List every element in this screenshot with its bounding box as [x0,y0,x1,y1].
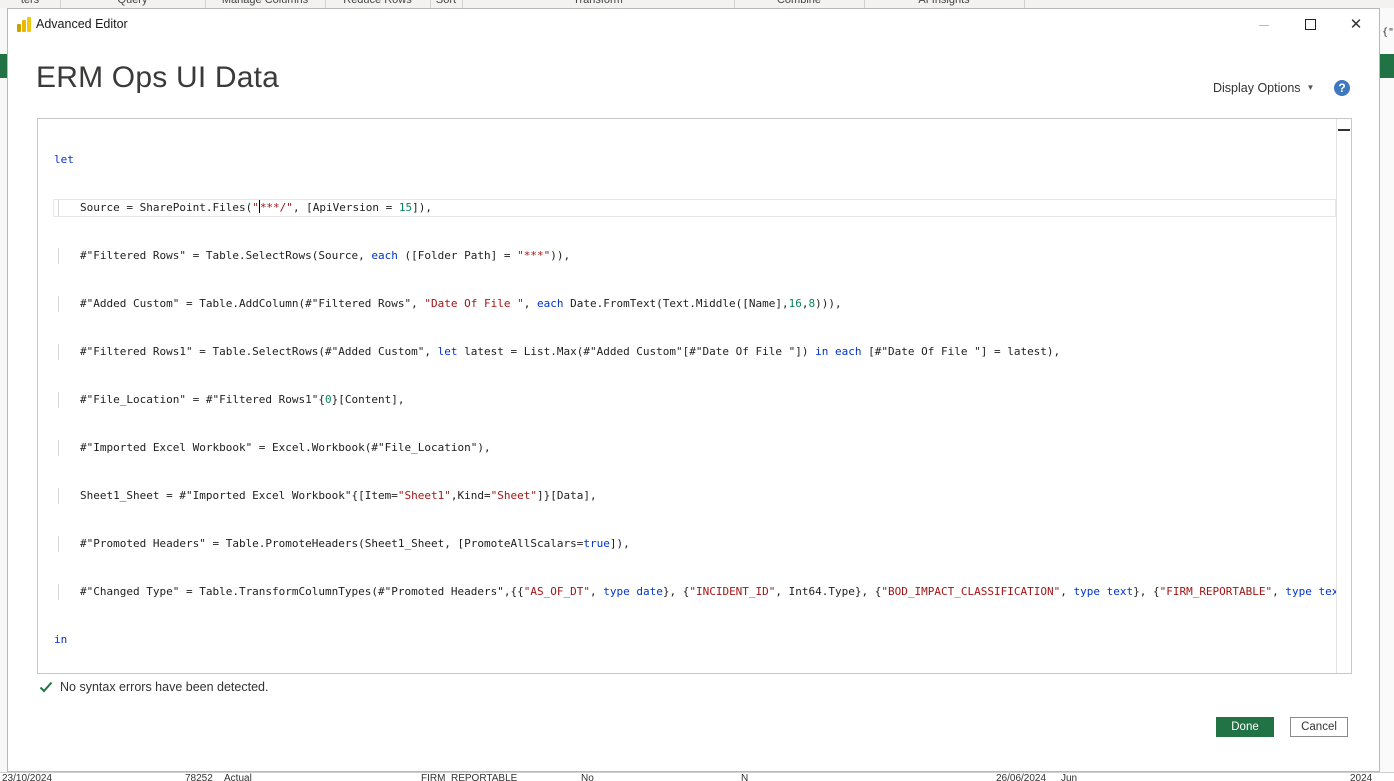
code-line: let [54,153,74,166]
maximize-button[interactable] [1287,9,1333,39]
vertical-scrollbar[interactable] [1336,119,1351,673]
code-editor[interactable]: let Source = SharePoint.Files("***/", [A… [37,118,1352,674]
ribbon-group: ters [0,0,61,8]
ribbon-group: Manage Columns [205,0,326,8]
ribbon-group: AI Insights [864,0,1025,8]
code-content[interactable]: let Source = SharePoint.Files("***/", [A… [53,120,1351,673]
minimize-icon [1259,24,1269,26]
chevron-down-icon: ▼ [1306,83,1315,92]
background-accent [0,54,7,78]
title-bar[interactable]: Advanced Editor ✕ [8,9,1379,39]
ribbon-group: Reduce Rows [325,0,431,8]
ribbon-group: Query [60,0,206,8]
code-line: #"Filtered Rows1" = Table.SelectRows(#"A… [54,344,1335,360]
code-line: #"File_Location" = #"Filtered Rows1"{0}[… [54,392,1335,408]
advanced-editor-dialog: Advanced Editor ✕ ERM Ops UI Data Displa… [7,8,1380,772]
checkmark-icon [39,681,53,693]
ribbon-group: Combine [734,0,865,8]
code-line: #"Changed Type" = Table.TransformColumnT… [54,584,1351,600]
text-cursor [258,200,260,213]
cancel-button[interactable]: Cancel [1290,717,1348,737]
code-line: Source = SharePoint.Files("***/", [ApiVe… [53,199,1336,217]
code-line: Sheet1_Sheet = #"Imported Excel Workbook… [54,488,1335,504]
syntax-status-text: No syntax errors have been detected. [60,680,269,694]
done-button[interactable]: Done [1216,717,1274,737]
maximize-icon [1304,18,1316,30]
background-accent [1380,54,1394,78]
scrollbar-marker [1338,129,1350,131]
code-line: in [54,633,68,646]
window-title: Advanced Editor [36,17,128,31]
display-options-dropdown[interactable]: Display Options ▼ [1213,81,1314,95]
code-line: #"Imported Excel Workbook" = Excel.Workb… [54,440,1335,456]
display-options-label: Display Options [1213,81,1301,95]
code-line: #"Added Custom" = Table.AddColumn(#"Filt… [54,296,1335,312]
background-formula-fragment: {" [1382,27,1394,38]
power-bi-icon [17,17,31,32]
close-button[interactable]: ✕ [1333,9,1379,39]
close-icon: ✕ [1349,16,1363,33]
query-title: ERM Ops UI Data [36,61,280,94]
code-line: #"Promoted Headers" = Table.PromoteHeade… [54,536,1335,552]
help-icon[interactable]: ? [1334,80,1350,96]
minimize-button[interactable] [1241,9,1287,39]
background-right-strip: {" [1379,8,1394,772]
code-line: #"Filtered Rows" = Table.SelectRows(Sour… [54,248,1335,264]
ribbon-group: Transform [462,0,735,8]
background-left-strip [0,8,7,772]
ribbon-group: Sort [430,0,463,8]
